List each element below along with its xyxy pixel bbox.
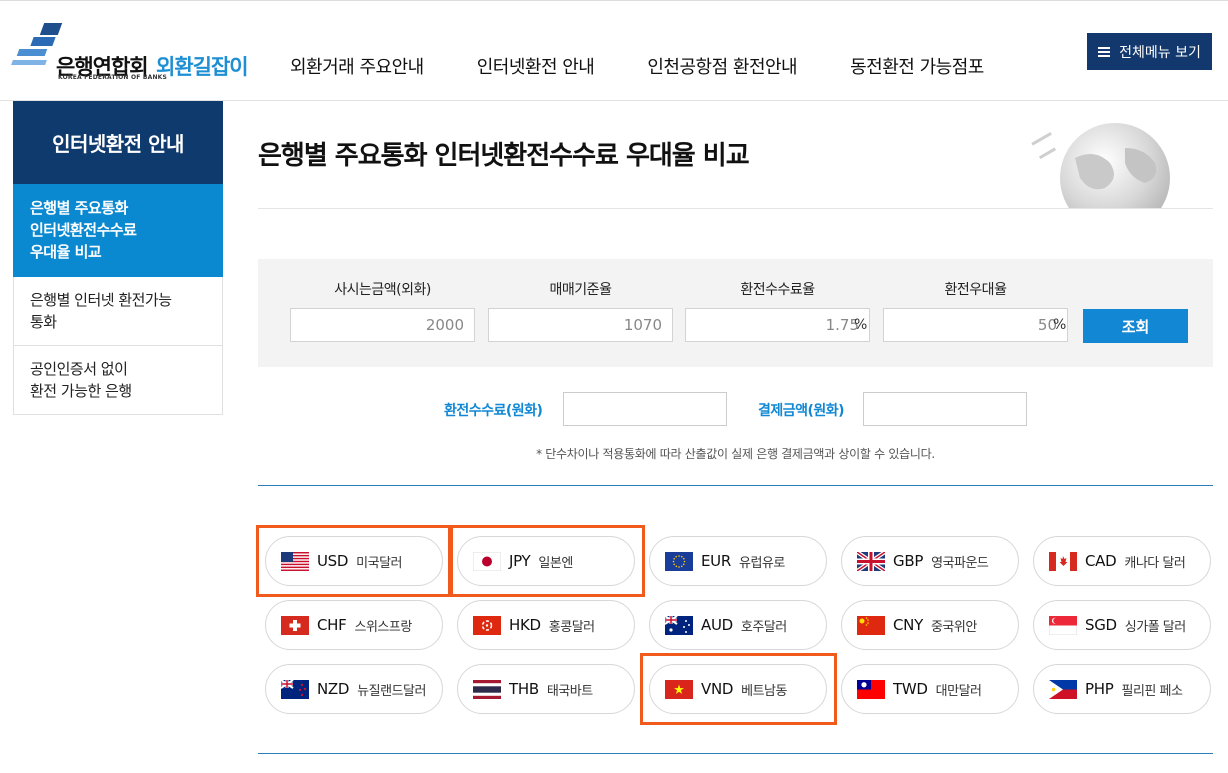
side-item-no-certificate-banks[interactable]: 공인인증서 없이 환전 가능한 은행 <box>13 346 223 415</box>
currency-name: 유럽유로 <box>738 555 785 571</box>
payment-result-field[interactable] <box>863 392 1027 426</box>
tw-flag-icon <box>857 679 885 699</box>
nz-flag-icon <box>281 679 309 699</box>
cn-flag-icon <box>857 615 885 635</box>
fee-rate-label: 환전수수료율 <box>740 282 815 298</box>
logo-org-subtitle: KOREA FEDERATION OF BANKS <box>58 74 168 81</box>
currency-name: 호주달러 <box>740 619 787 635</box>
page-title: 은행별 주요통화 인터넷환전수수료 우대율 비교 <box>258 141 750 171</box>
currency-nzd-button[interactable]: NZD 뉴질랜드달러 <box>265 664 443 714</box>
fee-result-field[interactable] <box>563 392 727 426</box>
fee-calculator: 사시는금액(외화) 매매기준율 환전수수료율 환전우대율 2000 1070 1… <box>258 259 1213 367</box>
discount-rate-label: 환전우대율 <box>944 282 1007 298</box>
amount-label: 사시는금액(외화) <box>334 282 431 298</box>
hk-flag-icon <box>473 615 501 635</box>
title-divider <box>258 208 1213 209</box>
currency-name: 홍콩달러 <box>548 619 595 635</box>
main-nav: 외환거래 주요안내 인터넷환전 안내 인천공항점 환전안내 동전환전 가능점포 <box>290 53 984 79</box>
site-header: 은행연합회 KOREA FEDERATION OF BANKS 외환길잡이 외환… <box>0 1 1228 101</box>
ph-flag-icon <box>1049 679 1077 699</box>
gb-flag-icon <box>857 551 885 571</box>
currency-code: NZD <box>317 680 350 698</box>
currency-cad-button[interactable]: CAD 캐나다 달러 <box>1033 536 1211 586</box>
currency-name: 싱가폴 달러 <box>1124 619 1186 635</box>
highlight-box-vnd <box>640 653 837 725</box>
nav-item-internet-exchange[interactable]: 인터넷환전 안내 <box>477 53 595 79</box>
highlight-box-jpy <box>448 525 645 597</box>
currency-code: CHF <box>317 616 347 634</box>
nav-item-incheon-airport[interactable]: 인천공항점 환전안내 <box>647 53 797 79</box>
ch-flag-icon <box>281 615 309 635</box>
discount-rate-percent: % <box>1053 317 1067 333</box>
amount-input[interactable]: 2000 <box>290 308 475 342</box>
currency-name: 스위스프랑 <box>354 619 412 635</box>
hamburger-icon <box>1098 46 1111 57</box>
site-logo[interactable]: 은행연합회 KOREA FEDERATION OF BANKS 외환길잡이 <box>11 21 262 83</box>
currency-name: 대만달러 <box>935 683 982 699</box>
au-flag-icon <box>665 615 693 635</box>
discount-rate-input[interactable]: 50 <box>883 308 1068 342</box>
logo-service-name: 외환길잡이 <box>156 55 249 79</box>
base-rate-input[interactable]: 1070 <box>488 308 673 342</box>
section-divider <box>258 485 1213 486</box>
side-nav: 인터넷환전 안내 은행별 주요통화 인터넷환전수수료 우대율 비교 은행별 인터… <box>13 101 223 415</box>
currency-code: CNY <box>893 616 923 634</box>
currency-cny-button[interactable]: CNY 중국위안 <box>841 600 1019 650</box>
fee-rate-percent: % <box>854 317 868 333</box>
th-flag-icon <box>473 679 501 699</box>
calculation-note: * 단수차이나 적용통화에 따라 산출값이 실제 은행 결제금액과 상이할 수 … <box>536 447 935 461</box>
currency-code: TWD <box>893 680 928 698</box>
currency-code: PHP <box>1085 680 1114 698</box>
side-item-fee-comparison[interactable]: 은행별 주요통화 인터넷환전수수료 우대율 비교 <box>13 184 223 277</box>
all-menu-button[interactable]: 전체메뉴 보기 <box>1087 33 1212 70</box>
side-item-available-currencies[interactable]: 은행별 인터넷 환전가능 통화 <box>13 277 223 346</box>
currency-name: 태국바트 <box>546 683 593 699</box>
currency-code: THB <box>509 680 539 698</box>
payment-result-label: 결제금액(원화) <box>758 403 845 419</box>
currency-name: 뉴질랜드달러 <box>357 683 426 699</box>
logo-mark-icon <box>11 23 63 73</box>
currency-code: AUD <box>701 616 733 634</box>
currency-twd-button[interactable]: TWD 대만달러 <box>841 664 1019 714</box>
currency-code: HKD <box>509 616 541 634</box>
highlight-box-usd <box>256 525 453 597</box>
fee-result-label: 환전수수료(원화) <box>444 403 543 419</box>
currency-code: EUR <box>701 552 731 570</box>
currency-code: CAD <box>1085 552 1117 570</box>
currency-thb-button[interactable]: THB 태국바트 <box>457 664 635 714</box>
currency-name: 캐나다 달러 <box>1124 555 1186 571</box>
currency-chf-button[interactable]: CHF 스위스프랑 <box>265 600 443 650</box>
fee-rate-input[interactable]: 1.75 <box>685 308 870 342</box>
currency-name: 필리핀 페소 <box>1121 683 1183 699</box>
currency-sgd-button[interactable]: SGD 싱가폴 달러 <box>1033 600 1211 650</box>
sg-flag-icon <box>1049 615 1077 635</box>
side-nav-title: 인터넷환전 안내 <box>13 101 223 184</box>
eu-flag-icon <box>665 551 693 571</box>
currency-name: 중국위안 <box>930 619 977 635</box>
currency-code: SGD <box>1085 616 1117 634</box>
currency-php-button[interactable]: PHP 필리핀 페소 <box>1033 664 1211 714</box>
ca-flag-icon <box>1049 551 1077 571</box>
currency-hkd-button[interactable]: HKD 홍콩달러 <box>457 600 635 650</box>
bottom-divider <box>258 753 1213 754</box>
currency-eur-button[interactable]: EUR 유럽유로 <box>649 536 827 586</box>
currency-aud-button[interactable]: AUD 호주달러 <box>649 600 827 650</box>
base-rate-label: 매매기준율 <box>549 282 612 298</box>
search-button[interactable]: 조회 <box>1083 309 1188 343</box>
nav-item-fx-guide[interactable]: 외환거래 주요안내 <box>290 53 424 79</box>
globe-icon <box>1030 118 1180 208</box>
currency-gbp-button[interactable]: GBP 영국파운드 <box>841 536 1019 586</box>
currency-name: 영국파운드 <box>931 555 989 571</box>
currency-code: GBP <box>893 552 924 570</box>
all-menu-label: 전체메뉴 보기 <box>1119 44 1201 61</box>
nav-item-coin-exchange[interactable]: 동전환전 가능점포 <box>850 53 984 79</box>
